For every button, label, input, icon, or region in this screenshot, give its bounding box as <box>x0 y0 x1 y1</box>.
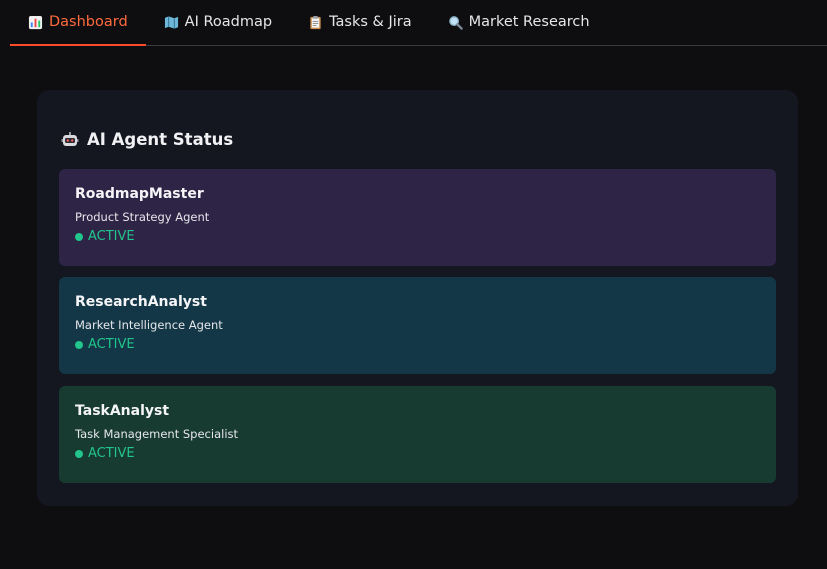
agent-card-roadmapmaster[interactable]: RoadmapMaster Product Strategy Agent ACT… <box>59 169 776 266</box>
magnifier-icon <box>448 15 463 30</box>
status-dot-icon <box>75 340 83 349</box>
status-badge: ACTIVE <box>75 337 760 352</box>
tab-market-research[interactable]: Market Research <box>430 0 608 45</box>
tab-bar: Dashboard AI Roadmap Tasks & Jira Market… <box>10 0 827 46</box>
tab-label: Tasks & Jira <box>329 14 412 30</box>
agent-role: Market Intelligence Agent <box>75 318 223 332</box>
tab-label: Dashboard <box>49 14 128 30</box>
agent-role: Task Management Specialist <box>75 427 239 441</box>
agent-status-panel: AI Agent Status RoadmapMaster Product St… <box>37 90 798 506</box>
panel-title-text: AI Agent Status <box>87 130 234 149</box>
agent-name: RoadmapMaster <box>75 186 204 202</box>
tab-label: AI Roadmap <box>184 14 273 30</box>
agent-card-researchanalyst[interactable]: ResearchAnalyst Market Intelligence Agen… <box>59 277 776 374</box>
status-badge: ACTIVE <box>75 446 760 461</box>
tab-ai-roadmap[interactable]: AI Roadmap <box>146 0 290 45</box>
status-text: ACTIVE <box>88 229 135 244</box>
status-dot-icon <box>75 232 83 241</box>
tab-dashboard[interactable]: Dashboard <box>10 0 146 46</box>
bar-chart-icon <box>28 15 43 29</box>
tab-tasks-jira[interactable]: Tasks & Jira <box>290 0 430 45</box>
map-icon <box>164 15 178 29</box>
agent-name: TaskAnalyst <box>75 403 170 419</box>
robot-icon <box>61 131 79 146</box>
tab-label: Market Research <box>468 14 590 30</box>
status-dot-icon <box>75 449 83 458</box>
panel-title: AI Agent Status <box>61 130 233 149</box>
status-text: ACTIVE <box>88 337 135 352</box>
agent-card-taskanalyst[interactable]: TaskAnalyst Task Management Specialist A… <box>59 386 776 483</box>
clipboard-icon <box>310 15 321 29</box>
agent-name: ResearchAnalyst <box>75 294 207 310</box>
agent-role: Product Strategy Agent <box>75 210 210 224</box>
status-badge: ACTIVE <box>75 229 760 244</box>
status-text: ACTIVE <box>88 446 135 461</box>
